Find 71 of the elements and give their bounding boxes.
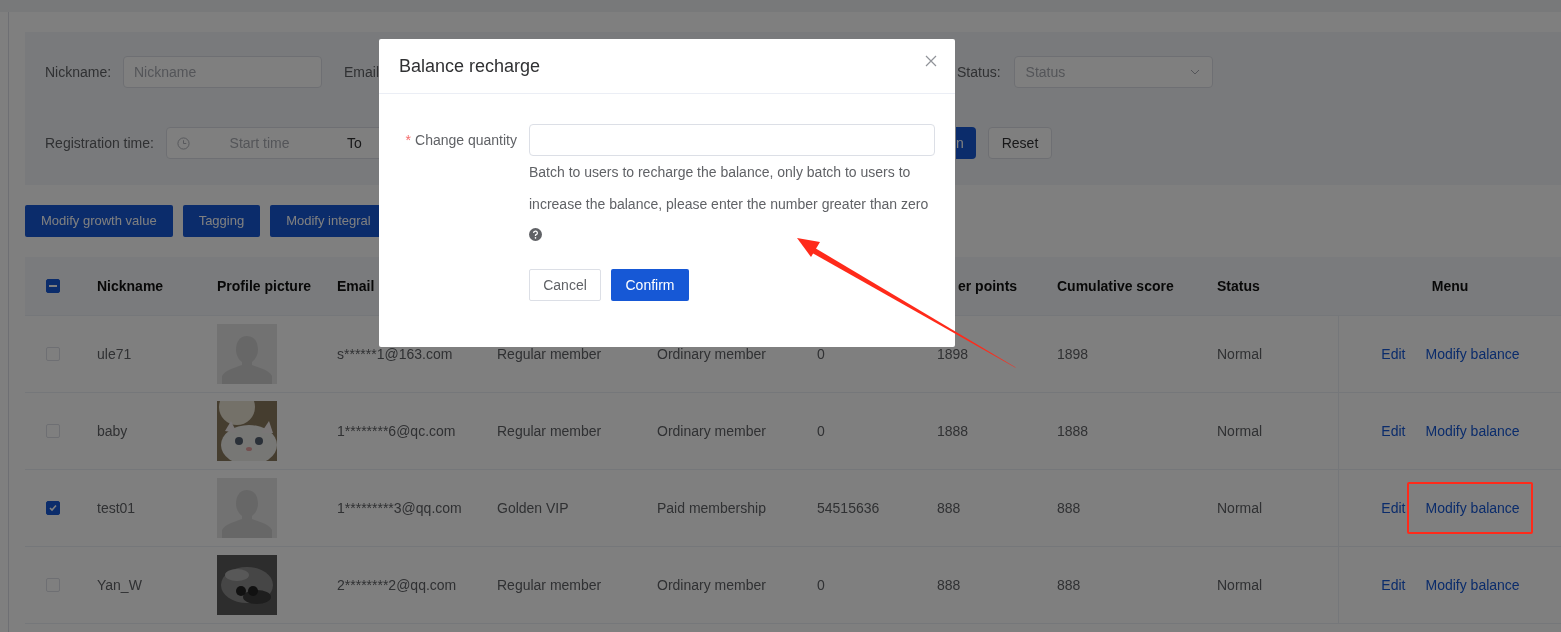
required-mark: * bbox=[405, 130, 412, 150]
field-label: Email bbox=[344, 62, 379, 82]
field-label: Nickname: bbox=[45, 62, 113, 82]
dash-icon bbox=[49, 285, 57, 287]
table-cell-text: 1898 bbox=[937, 344, 970, 364]
menu-link[interactable]: Modify balance bbox=[1425, 343, 1520, 365]
menu-link[interactable]: Edit bbox=[1381, 497, 1406, 519]
column-header: Cumulative score bbox=[1057, 276, 1175, 296]
table-cell-text: test01 bbox=[97, 498, 137, 518]
clock-icon bbox=[177, 136, 190, 150]
table-cell-text: s******1@163.com bbox=[337, 344, 454, 364]
confirm-button[interactable]: Confirm bbox=[611, 269, 689, 301]
column-header: Email bbox=[337, 276, 376, 296]
close-button[interactable] bbox=[925, 55, 937, 67]
help-icon bbox=[529, 228, 542, 241]
table-cell-text: 888 bbox=[1057, 498, 1082, 518]
table-cell-text: Ordinary member bbox=[657, 344, 767, 364]
column-header: Status bbox=[1217, 276, 1261, 296]
table-cell-text: Normal bbox=[1217, 344, 1264, 364]
quantity-field[interactable] bbox=[529, 124, 935, 156]
menu-link[interactable]: Modify balance bbox=[1425, 420, 1520, 442]
menu-link[interactable]: Edit bbox=[1381, 420, 1406, 442]
dialog-title: Balance recharge bbox=[399, 54, 541, 78]
column-header: er points bbox=[957, 276, 1018, 296]
table-cell-text: 888 bbox=[1057, 575, 1082, 595]
table-cell-text: 1888 bbox=[937, 421, 970, 441]
table-cell-text: Normal bbox=[1217, 575, 1264, 595]
table-cell-text: Golden VIP bbox=[497, 498, 570, 518]
table-cell-text: Regular member bbox=[497, 575, 603, 595]
table-cell-text: 1*********3@qq.com bbox=[337, 498, 463, 518]
column-header: Menu bbox=[1431, 276, 1469, 296]
table-cell-text: 0 bbox=[817, 421, 826, 441]
table-cell-text: Normal bbox=[1217, 498, 1264, 518]
table-cell-text: 1898 bbox=[1057, 344, 1090, 364]
cancel-button[interactable]: Cancel bbox=[529, 269, 601, 301]
table-cell-text: baby bbox=[97, 421, 129, 441]
menu-link[interactable]: Modify balance bbox=[1425, 574, 1520, 596]
table-cell-text: 54515636 bbox=[817, 498, 881, 518]
table-cell-text: Ordinary member bbox=[657, 575, 767, 595]
table-cell-text: 0 bbox=[817, 344, 826, 364]
table-cell-text: 888 bbox=[937, 498, 962, 518]
column-header: Profile picture bbox=[217, 276, 313, 296]
action-button[interactable]: Modify growth value bbox=[25, 205, 173, 237]
field-label: Status: bbox=[957, 62, 1001, 82]
table-cell-text: Yan_W bbox=[97, 575, 143, 595]
table-cell-text: Regular member bbox=[497, 344, 603, 364]
table-cell-text: 0 bbox=[817, 575, 826, 595]
checkbox[interactable] bbox=[46, 279, 60, 293]
avatar-icon bbox=[217, 478, 277, 538]
table-cell-text: 2********2@qq.com bbox=[337, 575, 458, 595]
table-cell-text: 1888 bbox=[1057, 421, 1090, 441]
table-cell-text: 1********6@qc.com bbox=[337, 421, 457, 441]
table-cell-text: ule71 bbox=[97, 344, 133, 364]
checkmark-icon bbox=[48, 503, 58, 513]
table-cell-text: Ordinary member bbox=[657, 421, 767, 441]
checkbox[interactable] bbox=[46, 501, 60, 515]
reset-button[interactable]: Reset bbox=[988, 127, 1052, 159]
column-header: Nickname bbox=[97, 276, 165, 296]
help-text: Batch to users to recharge the balance, only batch to users to increase the balance, please enter the number greater than zero bbox=[529, 163, 930, 214]
menu-link[interactable]: Edit bbox=[1381, 574, 1406, 596]
table-cell-text: Normal bbox=[1217, 421, 1264, 441]
field-label: Registration time: bbox=[45, 133, 155, 153]
action-button[interactable]: Tagging bbox=[182, 205, 261, 237]
table-cell-text: Paid membership bbox=[657, 498, 767, 518]
field-label: Change quantity bbox=[415, 130, 517, 150]
menu-link[interactable]: Modify balance bbox=[1425, 497, 1520, 519]
table-cell-text: 888 bbox=[937, 575, 962, 595]
table-cell-text: Regular member bbox=[497, 421, 603, 441]
search-button[interactable]: n bbox=[956, 127, 976, 159]
avatar-icon bbox=[217, 324, 277, 384]
menu-link[interactable]: Edit bbox=[1381, 343, 1406, 365]
